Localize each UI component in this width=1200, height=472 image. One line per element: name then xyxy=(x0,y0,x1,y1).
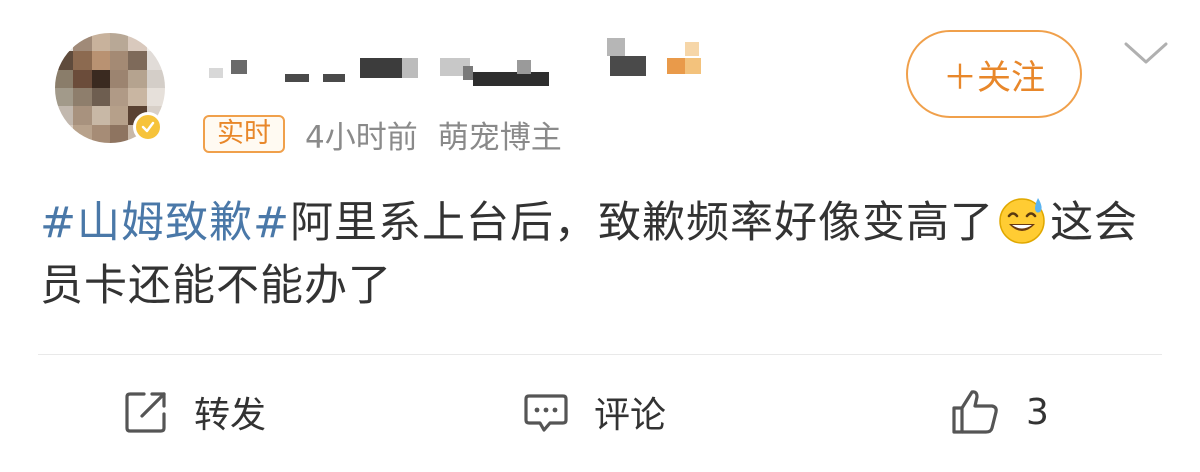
thumbs-up-icon xyxy=(952,390,998,434)
verified-badge-icon xyxy=(133,112,163,142)
avatar-pixel xyxy=(55,51,74,70)
username-pixel xyxy=(610,56,646,76)
avatar-pixel xyxy=(55,69,74,88)
username-pixel xyxy=(463,66,473,80)
avatar-pixel xyxy=(146,33,165,52)
username-pixel xyxy=(607,38,625,56)
username-pixel xyxy=(685,42,699,56)
post-time: 4小时前 xyxy=(305,119,418,156)
avatar-pixel xyxy=(73,69,92,88)
username-pixel xyxy=(231,60,247,74)
avatar-pixel xyxy=(73,51,92,70)
like-button[interactable]: 3 xyxy=(950,384,1049,440)
chevron-down-icon[interactable] xyxy=(1122,38,1170,68)
avatar-pixel xyxy=(146,88,165,107)
avatar-pixel xyxy=(128,51,147,70)
avatar-pixel xyxy=(73,106,92,125)
avatar-pixel xyxy=(91,106,110,125)
follow-button[interactable]: ＋关注 xyxy=(906,30,1082,118)
avatar-pixel xyxy=(146,51,165,70)
follow-label: ＋关注 xyxy=(943,57,1045,98)
post-text-part-1: 阿里系上台后，致歉频率好像变高了 xyxy=(290,198,995,248)
hashtag-link[interactable]: #山姆致歉# xyxy=(40,198,290,248)
avatar-pixel xyxy=(91,124,110,143)
username-obscured[interactable] xyxy=(205,38,725,90)
avatar-pixel xyxy=(91,69,110,88)
avatar-pixel xyxy=(110,69,129,88)
comment-button[interactable]: 评论 xyxy=(522,384,666,440)
avatar-pixel xyxy=(110,106,129,125)
username-pixel xyxy=(209,68,223,78)
repost-icon xyxy=(125,392,166,433)
post-meta: 实时 4小时前 萌宠博主 xyxy=(203,112,562,156)
avatar-pixel xyxy=(55,33,74,52)
comment-icon xyxy=(524,394,568,432)
username-pixel xyxy=(517,60,531,74)
post-content: #山姆致歉#阿里系上台后，致歉频率好像变高了 这会员卡还能不能办了 xyxy=(40,192,1150,318)
username-pixel xyxy=(323,74,345,82)
avatar-pixel xyxy=(128,33,147,52)
like-count: 3 xyxy=(1026,391,1049,433)
username-pixel xyxy=(360,58,402,78)
username-pixel xyxy=(473,72,549,86)
username-pixel xyxy=(667,58,685,74)
repost-label: 转发 xyxy=(194,395,267,436)
avatar-pixel xyxy=(110,88,129,107)
divider xyxy=(38,354,1162,355)
username-pixel xyxy=(402,58,418,78)
avatar-pixel xyxy=(110,51,129,70)
repost-button[interactable]: 转发 xyxy=(122,384,266,440)
avatar-pixel xyxy=(128,88,147,107)
avatar-pixel xyxy=(73,88,92,107)
avatar-pixel xyxy=(73,33,92,52)
avatar-pixel xyxy=(91,33,110,52)
avatar-pixel xyxy=(55,88,74,107)
realtime-tag: 实时 xyxy=(203,115,285,153)
author-category: 萌宠博主 xyxy=(437,119,562,156)
avatar-pixel xyxy=(55,106,74,125)
avatar-pixel xyxy=(110,33,129,52)
username-pixel xyxy=(285,74,309,82)
avatar-pixel xyxy=(146,69,165,88)
avatar-pixel xyxy=(110,124,129,143)
avatar-pixel xyxy=(91,88,110,107)
avatar-pixel xyxy=(73,124,92,143)
avatar-pixel xyxy=(128,69,147,88)
username-pixel xyxy=(685,58,701,74)
sweat-smile-emoji-icon xyxy=(996,194,1048,246)
avatar-pixel xyxy=(91,51,110,70)
avatar-pixel xyxy=(55,124,74,143)
comment-label: 评论 xyxy=(594,395,667,436)
